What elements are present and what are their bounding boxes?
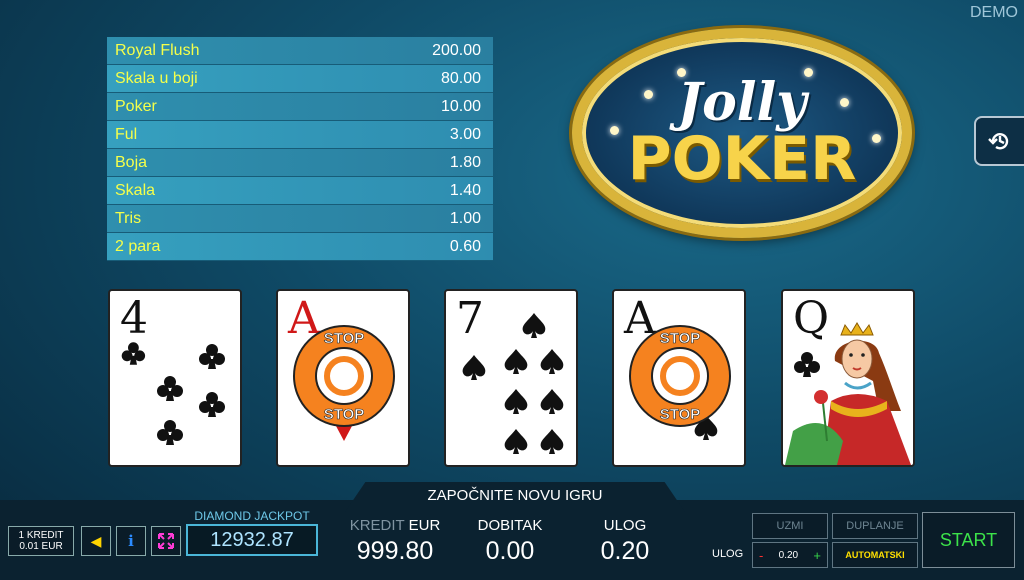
credit-denomination-button[interactable]: 1 KREDIT 0.01 EUR	[8, 526, 74, 556]
hand-name: Tris	[115, 209, 142, 227]
kredit-value: 999.80	[356, 537, 434, 565]
jackpot-value: 12932.87	[186, 524, 318, 556]
hand-name: Skala	[115, 181, 156, 199]
ulog-label: ULOG	[603, 517, 647, 534]
game-logo: Jolly POKER	[572, 28, 912, 238]
logo-poker-text: POKER	[627, 124, 857, 194]
paytable: Royal Flush 200.00 Skala u boji 80.00 Poke…	[107, 37, 493, 261]
paytable-row: Skala 1.40	[107, 177, 493, 205]
logo-jolly-text: Jolly	[677, 72, 807, 133]
logo-light	[677, 68, 686, 77]
ulog-value: 0.20	[600, 537, 650, 565]
dobitak-value: 0.00	[485, 537, 535, 565]
sound-button[interactable]: ◀	[81, 526, 111, 556]
history-icon	[988, 133, 1009, 150]
logo-light	[840, 98, 849, 107]
paytable-row: 2 para 0.60	[107, 233, 493, 261]
clubs-suit-pips	[121, 342, 225, 445]
card-5[interactable]: Q	[781, 289, 915, 467]
card-4[interactable]: A STOP STOP	[612, 289, 746, 467]
hand-name: Royal Flush	[115, 41, 200, 59]
hand-payout: 0.60	[449, 237, 481, 255]
card-2[interactable]: A STOP STOP	[276, 289, 410, 467]
autoplay-button[interactable]: AUTOMATSKI	[832, 542, 918, 568]
stop-label: STOP	[324, 406, 365, 423]
card-3[interactable]: 7	[444, 289, 578, 467]
dobitak-label: DOBITAK	[477, 517, 543, 534]
spades-suit-pips	[462, 313, 564, 454]
currency-label: EUR	[408, 517, 441, 534]
kredit-rate: 0.01 EUR	[19, 541, 63, 552]
uzmi-button[interactable]: UZMI	[752, 513, 828, 539]
hand-payout: 80.00	[440, 69, 481, 87]
history-button[interactable]	[974, 116, 1024, 166]
hand-name: Skala u boji	[115, 69, 198, 87]
card-1[interactable]: 4	[108, 289, 242, 467]
logo-light	[872, 134, 881, 143]
logo-light	[804, 68, 813, 77]
queen-figure-icon	[785, 322, 911, 465]
speaker-icon: ◀	[90, 532, 102, 549]
kredit-label: KREDIT EUR	[340, 517, 450, 534]
paytable-row: Boja 1.80	[107, 149, 493, 177]
duplanje-button[interactable]: DUPLANJE	[832, 513, 918, 539]
kredit-line: 1 KREDIT	[18, 530, 64, 541]
stop-label: STOP	[660, 330, 701, 347]
hand-payout: 200.00	[432, 41, 481, 59]
hand-payout: 1.40	[449, 181, 481, 199]
game-message: ZAPOČNITE NOVU IGRU	[427, 487, 603, 504]
hand-name: Boja	[115, 153, 148, 171]
logo-light	[610, 126, 619, 135]
stop-label: STOP	[324, 330, 365, 347]
bet-stepper-label: ULOG	[712, 548, 744, 560]
paytable-row: Tris 1.00	[107, 205, 493, 233]
fullscreen-button[interactable]	[151, 526, 181, 556]
jackpot-label: DIAMOND JACKPOT	[194, 509, 310, 523]
bet-decrease-button[interactable]: -	[759, 548, 763, 563]
kredit-word: KREDIT	[349, 517, 405, 534]
info-button[interactable]: i	[116, 526, 146, 556]
paytable-row: Skala u boji 80.00	[107, 65, 493, 93]
hand-name: Poker	[115, 97, 157, 115]
paytable-row: Poker 10.00	[107, 93, 493, 121]
demo-badge: DEMO	[970, 4, 1018, 21]
logo-light	[644, 90, 653, 99]
stop-label: STOP	[660, 406, 701, 423]
stop-marker-icon: STOP STOP	[293, 325, 395, 441]
start-button[interactable]: START	[922, 512, 1015, 568]
hand-payout: 1.80	[449, 153, 481, 171]
hand-name: 2 para	[115, 237, 161, 255]
bet-stepper-value: 0.20	[778, 549, 799, 561]
paytable-row: Ful 3.00	[107, 121, 493, 149]
hand-payout: 10.00	[440, 97, 481, 115]
hand-payout: 3.00	[449, 125, 481, 143]
bet-increase-button[interactable]: +	[813, 548, 821, 563]
info-icon: i	[128, 532, 134, 550]
paytable-row: Royal Flush 200.00	[107, 37, 493, 65]
hand-name: Ful	[115, 125, 138, 143]
fullscreen-icon	[158, 533, 174, 549]
stop-marker-icon: STOP STOP	[629, 325, 731, 440]
bet-stepper: - 0.20 +	[752, 542, 828, 568]
hand-payout: 1.00	[449, 209, 481, 227]
